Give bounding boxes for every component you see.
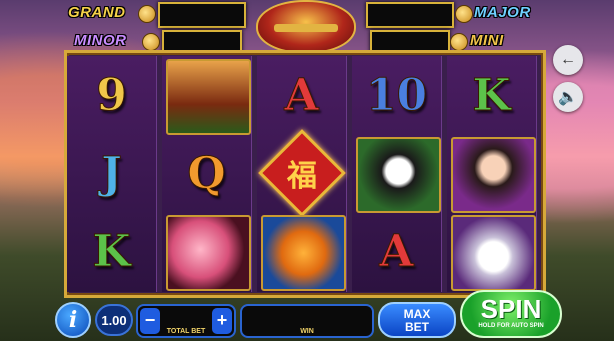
jackpot-grand-display: [158, 2, 246, 28]
jackpot-mini-label: MINI: [470, 32, 504, 49]
spin-button[interactable]: SPIN HOLD FOR AUTO SPIN: [460, 290, 562, 338]
jackpot-minor-label: MINOR: [74, 32, 127, 49]
total-bet-label: TOTAL BET: [166, 328, 206, 335]
fu-wild-icon: 福: [257, 129, 346, 217]
symbol-letter: 9: [96, 69, 128, 121]
spin-sublabel: HOLD FOR AUTO SPIN: [478, 323, 544, 329]
denomination-display[interactable]: 1.00: [95, 304, 133, 336]
bet-plus-button[interactable]: +: [212, 308, 232, 334]
reel-symbol: K: [447, 56, 536, 134]
spin-label: SPIN: [480, 294, 542, 324]
total-bet-panel: − + TOTAL BET: [136, 304, 236, 338]
reel-symbol: [257, 212, 346, 291]
back-button[interactable]: ←: [553, 45, 583, 75]
symbol-letter: 10: [365, 69, 428, 121]
jackpot-major-display: [366, 2, 454, 28]
reel-symbol: A: [257, 56, 346, 134]
symbol-letter: K: [92, 225, 131, 277]
reel-symbol: 9: [67, 56, 156, 134]
jackpot-grand-label: GRAND: [68, 4, 126, 21]
info-icon: i: [68, 307, 78, 333]
symbol-letter: K: [472, 69, 511, 121]
symbol-letter: J: [101, 147, 123, 199]
reel-symbol: K: [67, 212, 156, 290]
bet-minus-button[interactable]: −: [140, 308, 160, 334]
reel-2: Q: [162, 56, 252, 292]
jackpot-major-label: MAJOR: [474, 4, 531, 21]
coin-icon: [138, 5, 156, 23]
reel-symbol: [447, 212, 536, 291]
reel-symbol: A: [352, 212, 441, 290]
max-bet-label-2: BET: [405, 320, 429, 334]
reel-symbol: 10: [352, 56, 441, 134]
arrow-left-icon: ←: [560, 51, 576, 68]
max-bet-button[interactable]: MAX BET: [378, 302, 456, 338]
plus-icon: +: [216, 310, 228, 330]
wild-symbol-text: 福: [286, 159, 317, 194]
reel-frame: 9 J K Q A 福 10 A K: [64, 50, 546, 298]
reel-symbol: [352, 134, 441, 213]
cherry-blossom-icon: [166, 215, 251, 291]
symbol-letter: A: [284, 69, 319, 121]
reel-symbol: 福: [257, 129, 346, 217]
symbol-letter: A: [379, 225, 414, 277]
reel-symbol: [447, 134, 536, 213]
speaker-icon: 🔈: [558, 89, 578, 106]
coin-icon: [142, 33, 160, 51]
reel-symbol: J: [67, 134, 156, 212]
reel-symbol: [162, 56, 251, 135]
pagoda-icon: [166, 59, 251, 135]
coin-icon: [450, 33, 468, 51]
reel-3: A福: [257, 56, 347, 292]
reel-4: 10 A: [352, 56, 442, 292]
goldfish-icon: [261, 215, 346, 291]
denomination-value: 1.00: [101, 312, 127, 328]
lantern-logo: [256, 0, 356, 54]
panda-icon: [356, 137, 441, 213]
sound-button[interactable]: 🔈: [553, 82, 583, 112]
reel-1: 9 JK: [67, 56, 157, 292]
princess-icon: [451, 137, 536, 213]
info-button[interactable]: i: [55, 302, 91, 338]
rabbit-icon: [451, 215, 536, 291]
symbol-letter: Q: [187, 147, 226, 199]
coin-icon: [455, 5, 473, 23]
minus-icon: −: [144, 310, 156, 330]
reel-5: K: [447, 56, 537, 292]
win-label: WIN: [300, 328, 314, 335]
win-panel: WIN: [240, 304, 374, 338]
reel-symbol: Q: [162, 134, 251, 212]
reel-symbol: [162, 212, 251, 291]
